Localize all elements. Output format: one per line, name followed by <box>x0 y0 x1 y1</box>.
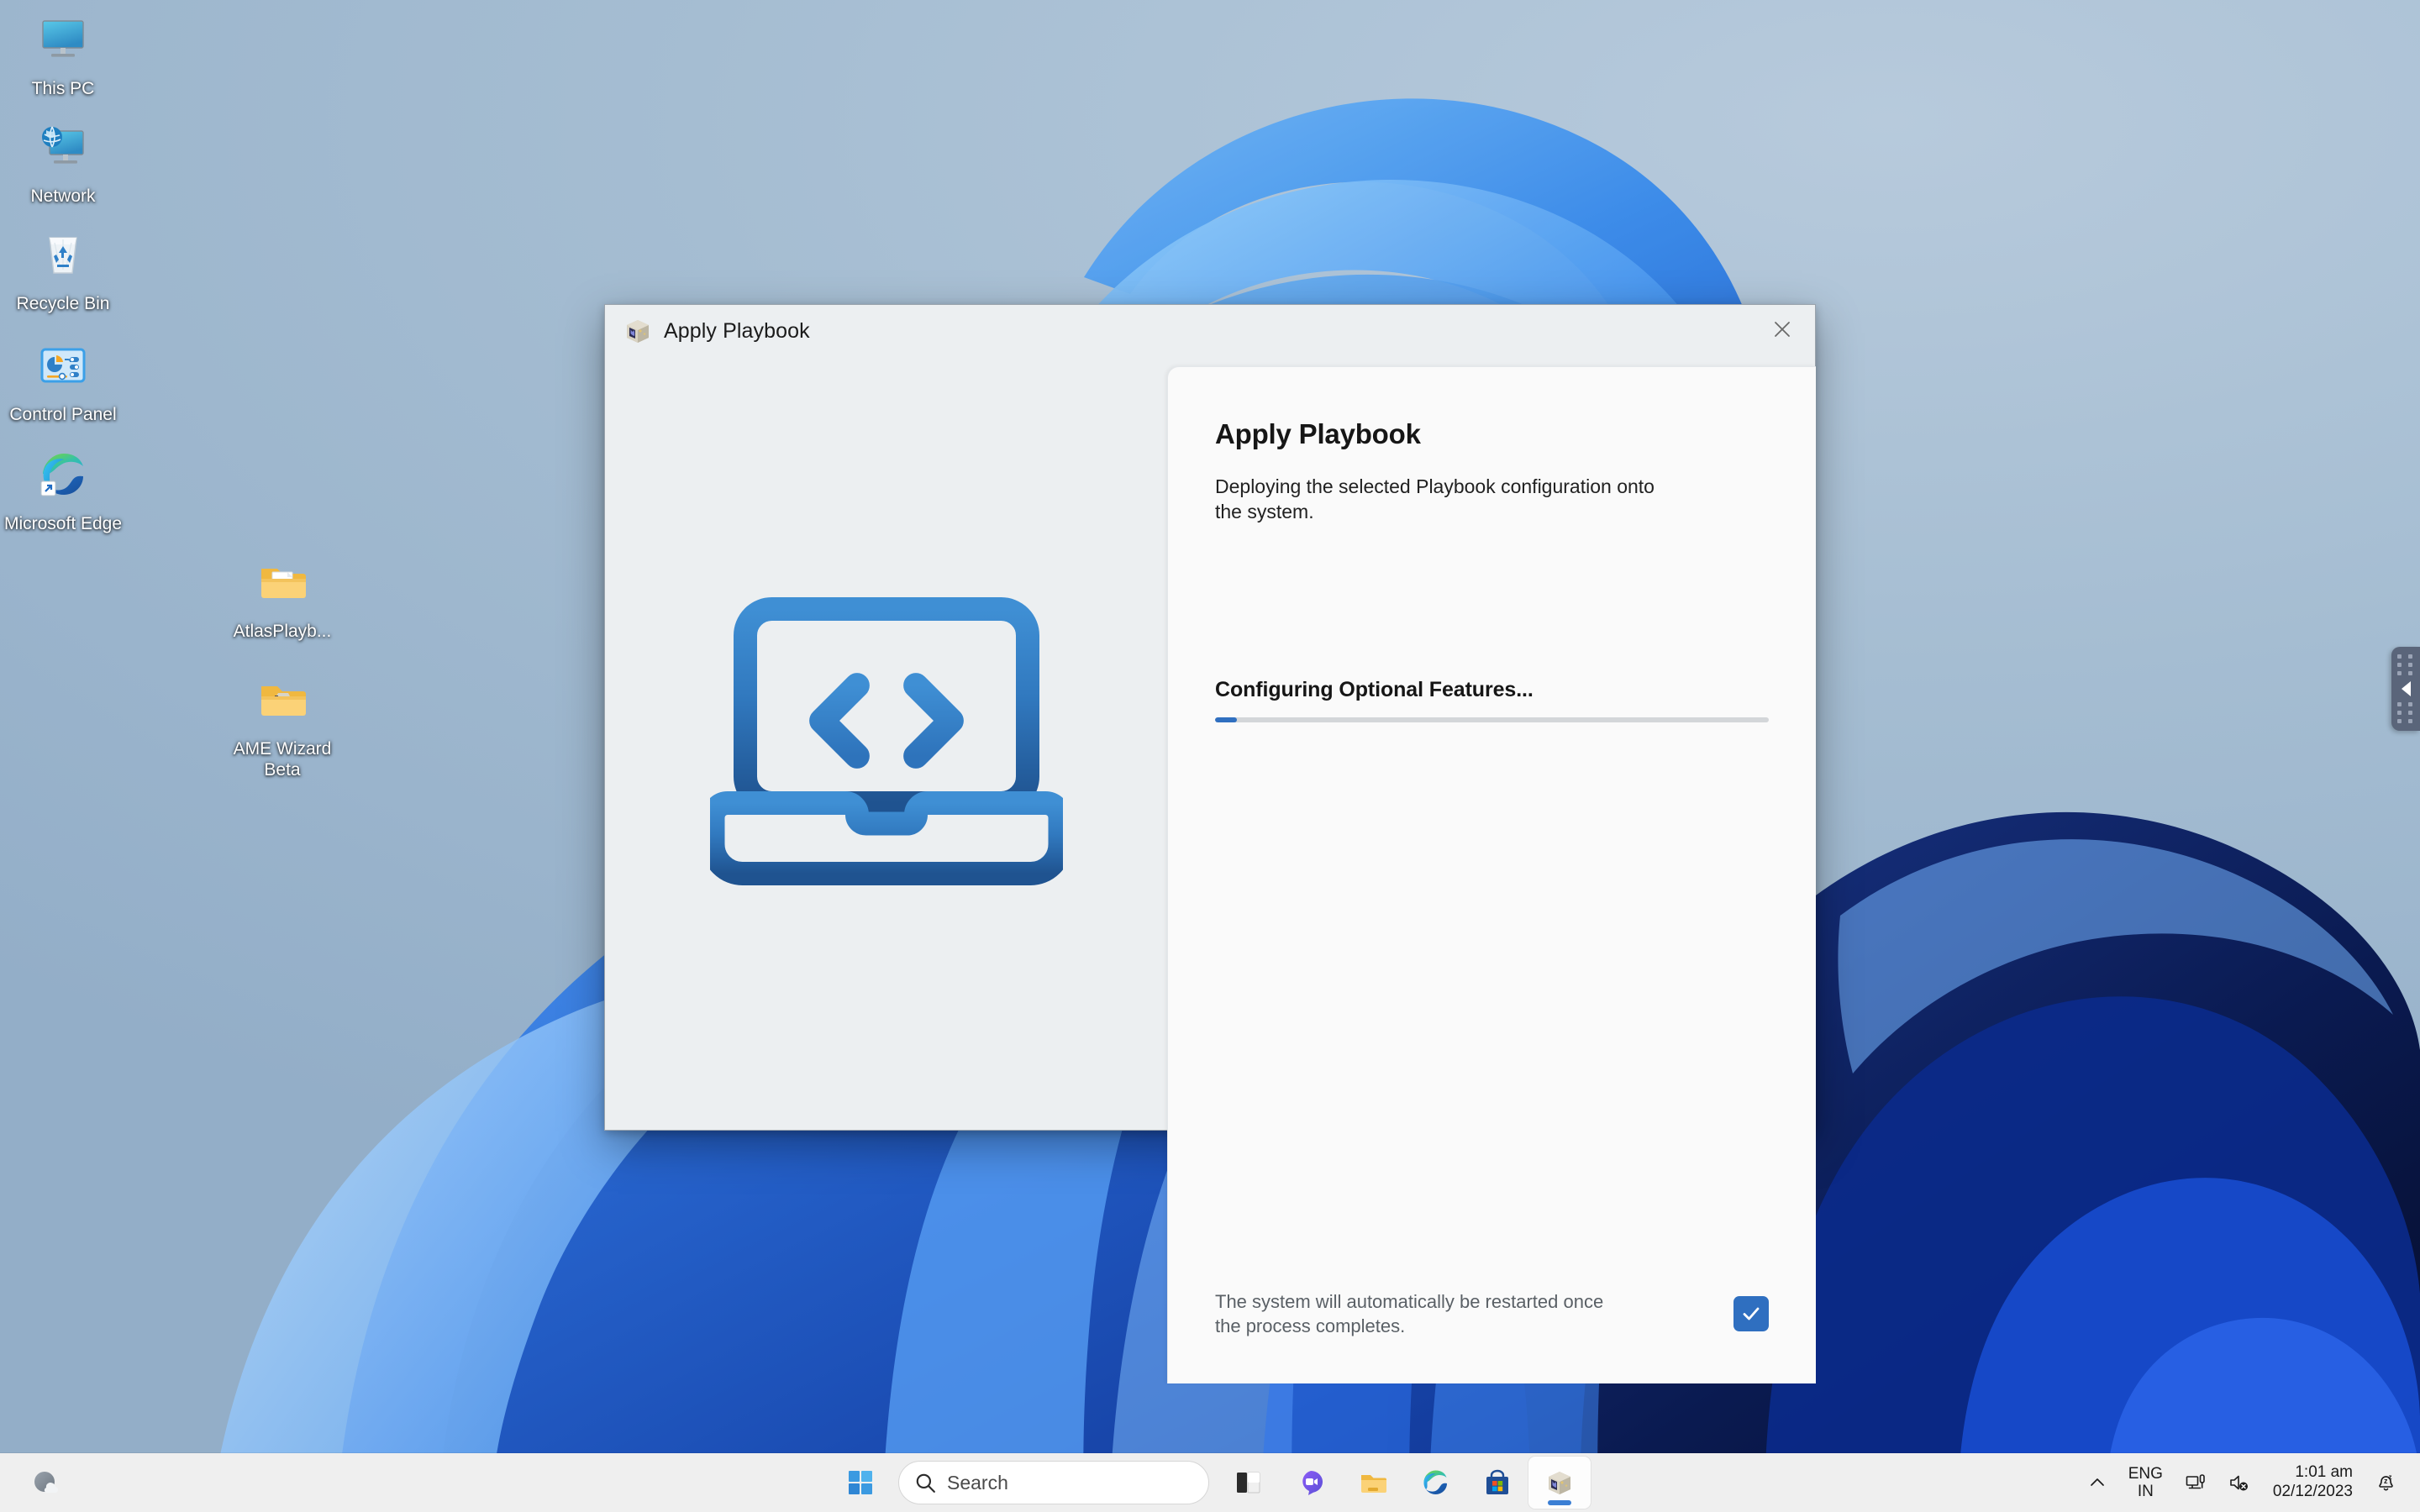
ame-wizard-cube-icon <box>623 317 652 345</box>
microsoft-store-icon <box>1486 1469 1508 1494</box>
taskbar-active-indicator <box>1548 1500 1571 1505</box>
side-panel-handle[interactable] <box>2391 647 2420 731</box>
desktop-icon-label: Microsoft Edge <box>3 514 123 533</box>
svg-text:z: z <box>2389 1473 2392 1481</box>
progress-bar-fill <box>1215 717 1238 722</box>
taskbar-left <box>15 1453 77 1512</box>
system-tray: ENG IN 1:01 am 02/12/2023 z z <box>2077 1453 2420 1512</box>
desktop-icon-label: Network <box>30 186 96 206</box>
progress-block: Configuring Optional Features... <box>1215 678 1769 722</box>
recycle-bin-icon <box>30 222 96 287</box>
control-panel-icon <box>30 333 96 398</box>
volume-muted-icon <box>2230 1475 2248 1491</box>
taskbar-item-microsoft-edge[interactable] <box>1404 1457 1466 1509</box>
tray-notifications-button[interactable]: z z <box>2365 1457 2408 1509</box>
desktop-icon-microsoft-edge[interactable]: Microsoft Edge <box>0 438 126 536</box>
tray-date: 02/12/2023 <box>2272 1483 2353 1500</box>
desktop-icon-column-2: AtlasPlayb... AME Wizard Beta <box>219 546 345 782</box>
desktop-icon-control-panel[interactable]: Control Panel <box>0 329 126 427</box>
dialog-title: Apply Playbook <box>664 318 810 343</box>
desktop-icon-label: AtlasPlayb... <box>233 622 332 641</box>
folder-icon <box>250 549 315 615</box>
page-title: Apply Playbook <box>1215 418 1421 449</box>
dialog-titlebar[interactable]: Apply Playbook <box>605 305 1815 357</box>
taskbar-item-chat[interactable] <box>1280 1457 1342 1509</box>
taskbar-item-ame-wizard[interactable] <box>1528 1457 1591 1509</box>
chevron-up-icon <box>2090 1478 2104 1486</box>
progress-status-label: Configuring Optional Features... <box>1215 678 1534 701</box>
chevron-left-icon <box>2401 681 2411 696</box>
auto-restart-checkbox[interactable] <box>1733 1296 1769 1331</box>
search-placeholder: Search <box>947 1471 1008 1494</box>
card-footer: The system will automatically be restart… <box>1168 1289 1816 1383</box>
laptop-code-icon <box>710 597 1063 885</box>
progress-bar <box>1215 717 1769 722</box>
start-windows-icon <box>849 1471 872 1494</box>
taskbar-item-task-view[interactable] <box>1218 1457 1280 1509</box>
search-input[interactable]: Search <box>898 1461 1209 1504</box>
apply-playbook-dialog: Apply Playbook Apply Playbook Deploying … <box>604 304 1816 1383</box>
desktop-icon-label: AME Wizard Beta <box>233 739 332 780</box>
handle-dots-top <box>2397 654 2414 675</box>
ame-wizard-cube-icon <box>1549 1472 1570 1494</box>
page-subtitle: Deploying the selected Playbook configur… <box>1215 475 1655 522</box>
tray-overflow-button[interactable] <box>2077 1457 2118 1509</box>
svg-text:z: z <box>2384 1477 2388 1485</box>
dialog-illustration <box>605 357 1168 1131</box>
taskbar-item-microsoft-store[interactable] <box>1466 1457 1528 1509</box>
search-icon <box>916 1473 935 1493</box>
desktop-icon-this-pc[interactable]: This PC <box>0 3 126 101</box>
folder-icon <box>250 667 315 732</box>
notifications-silenced-icon: z z <box>2379 1473 2393 1491</box>
file-explorer-icon <box>1361 1475 1386 1493</box>
tray-volume-button[interactable] <box>2217 1457 2261 1509</box>
taskbar-center: Search <box>829 1453 1591 1512</box>
tray-language-indicator[interactable]: ENG IN <box>2118 1457 2174 1509</box>
microsoft-edge-icon <box>30 442 96 507</box>
chat-teams-icon <box>1302 1471 1323 1495</box>
this-pc-icon <box>30 7 96 72</box>
tray-clock[interactable]: 1:01 am 02/12/2023 <box>2261 1457 2365 1509</box>
close-icon <box>1775 322 1790 337</box>
restart-note: The system will automatically be restart… <box>1215 1291 1604 1336</box>
taskbar: Search ENG IN 1:01 am 02/12/2023 z z <box>0 1453 2420 1512</box>
task-view-icon <box>1237 1472 1260 1494</box>
desktop-icon-atlasplaybook[interactable]: AtlasPlayb... <box>219 546 345 643</box>
tray-language-line-2: IN <box>2137 1483 2154 1500</box>
taskbar-weather-widget[interactable] <box>15 1457 77 1509</box>
taskbar-item-file-explorer[interactable] <box>1342 1457 1404 1509</box>
tray-network-button[interactable] <box>2174 1457 2217 1509</box>
network-tray-icon <box>2186 1474 2205 1489</box>
desktop-icon-label: This PC <box>31 79 95 98</box>
desktop-icon-recycle-bin[interactable]: Recycle Bin <box>0 218 126 316</box>
close-button[interactable] <box>1761 312 1803 347</box>
check-icon <box>1743 1307 1760 1320</box>
handle-dots-bottom <box>2397 702 2414 723</box>
desktop-icon-label: Control Panel <box>9 405 117 424</box>
start-button[interactable] <box>829 1457 892 1509</box>
network-icon <box>30 114 96 180</box>
microsoft-edge-icon <box>1423 1470 1447 1494</box>
desktop-icon-column-1: This PC Network Recycle Bin Control Pane… <box>0 3 126 536</box>
tray-language-line-1: ENG <box>2128 1464 2163 1483</box>
card-body: Apply Playbook Deploying the selected Pl… <box>1168 367 1816 1289</box>
desktop-icon-ame-wizard-beta[interactable]: AME Wizard Beta <box>219 664 345 782</box>
desktop-icon-network[interactable]: Network <box>0 111 126 208</box>
weather-cloud-icon <box>34 1472 59 1494</box>
desktop-icon-label: Recycle Bin <box>16 294 110 313</box>
tray-time: 1:01 am <box>2295 1463 2353 1482</box>
dialog-content-card: Apply Playbook Deploying the selected Pl… <box>1167 366 1816 1383</box>
